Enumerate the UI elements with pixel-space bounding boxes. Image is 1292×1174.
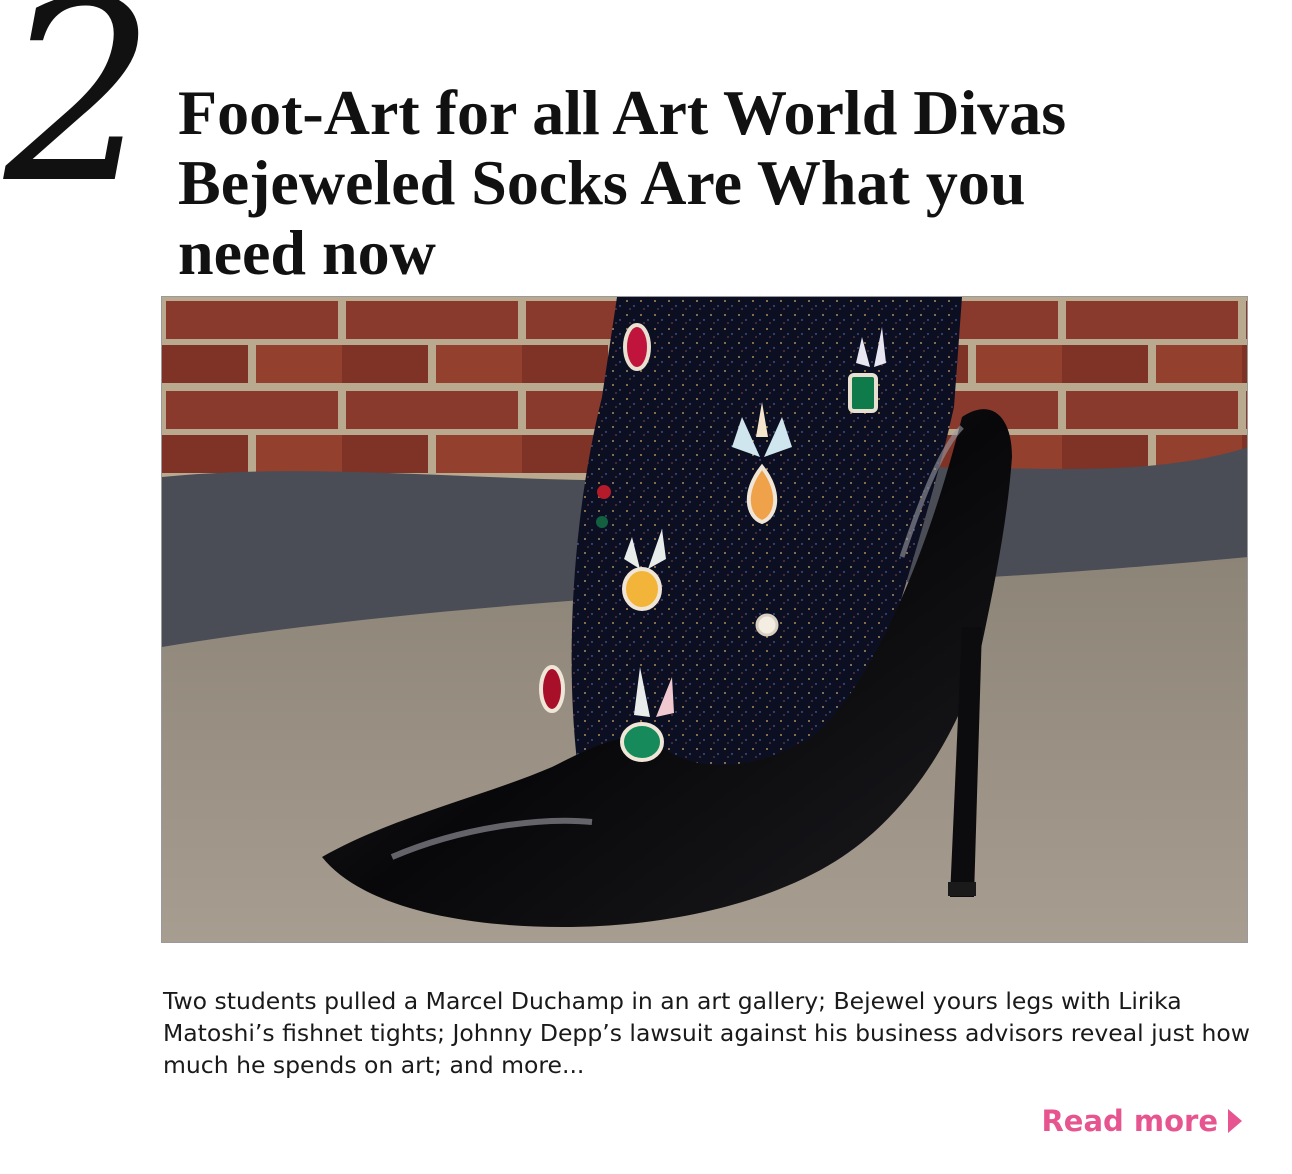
article-photo[interactable] <box>161 296 1248 943</box>
read-more-link[interactable]: Read more <box>1041 1104 1242 1138</box>
headline-line-3: need now <box>178 217 436 288</box>
headline-line-1: Foot-Art for all Art World Divas <box>178 77 1067 148</box>
article-number: 2 <box>4 0 156 238</box>
article-headline[interactable]: Foot-Art for all Art World Divas Bejewel… <box>178 78 1268 288</box>
play-triangle-icon <box>1228 1109 1242 1133</box>
article-summary: Two students pulled a Marcel Duchamp in … <box>163 987 1250 1079</box>
read-more-label: Read more <box>1041 1104 1218 1138</box>
headline-line-2: Bejeweled Socks Are What you <box>178 147 1026 218</box>
jeweled-sock-heel-photo <box>162 297 1247 942</box>
